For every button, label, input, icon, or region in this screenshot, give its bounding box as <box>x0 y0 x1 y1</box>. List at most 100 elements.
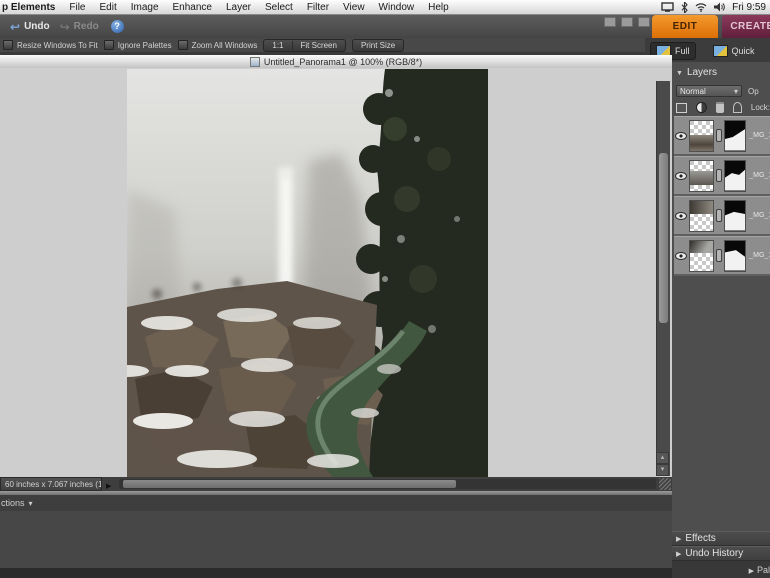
collapse-triangle-icon[interactable] <box>676 67 683 78</box>
layer-mask-thumbnail[interactable] <box>723 119 747 152</box>
menu-image[interactable]: Image <box>124 2 166 13</box>
blend-mode-select[interactable]: Normal <box>676 85 742 97</box>
resize-windows-option[interactable]: Resize Windows To Fit <box>3 40 98 50</box>
blend-mode-value: Normal <box>680 86 706 96</box>
app-menu[interactable]: p Elements <box>0 2 62 13</box>
menu-enhance[interactable]: Enhance <box>166 2 219 13</box>
ignore-palettes-checkbox[interactable] <box>103 40 114 50</box>
tab-create[interactable]: CREATE <box>722 15 770 38</box>
document-icon <box>249 56 260 67</box>
vertical-scrollbar[interactable] <box>656 81 670 476</box>
chevron-down-icon[interactable] <box>29 498 33 508</box>
volume-icon[interactable] <box>714 2 725 12</box>
layer-row[interactable]: _MG_123 <box>674 236 770 276</box>
palette-bin-toggle[interactable]: Pal <box>672 561 770 578</box>
expand-triangle-icon[interactable] <box>676 548 681 559</box>
adjustment-layer-icon[interactable] <box>696 102 707 113</box>
layer-visibility-toggle[interactable] <box>674 171 687 180</box>
layer-name[interactable]: _MG_123 <box>749 252 770 259</box>
undo-icon <box>10 20 20 34</box>
horizontal-scrollbar-thumb[interactable] <box>123 480 457 488</box>
layer-visibility-toggle[interactable] <box>674 131 687 140</box>
layer-visibility-toggle[interactable] <box>674 251 687 260</box>
undo-history-panel-title: Undo History <box>685 548 744 559</box>
ignore-palettes-label: Ignore Palettes <box>117 40 172 50</box>
tab-create-label: CREATE <box>730 21 770 32</box>
tab-edit[interactable]: EDIT <box>652 15 718 38</box>
document-title: Untitled_Panorama1 @ 100% (RGB/8*) <box>263 56 423 67</box>
link-icon <box>715 209 722 222</box>
layer-name[interactable]: _MG_121 <box>749 212 770 219</box>
vertical-scrollbar-thumb[interactable] <box>659 153 668 323</box>
new-layer-icon[interactable] <box>676 102 688 113</box>
help-button[interactable]: ? <box>110 20 124 33</box>
menu-help[interactable]: Help <box>421 2 456 13</box>
undo-history-panel-header[interactable]: Undo History <box>672 546 770 561</box>
expand-triangle-icon[interactable] <box>676 533 681 544</box>
expand-triangle-icon <box>749 565 754 575</box>
menu-layer[interactable]: Layer <box>219 2 258 13</box>
photo-bin <box>0 511 672 568</box>
scroll-up-arrow[interactable] <box>656 452 669 464</box>
layers-panel-header[interactable]: Layers <box>676 66 770 79</box>
quick-fix-button[interactable]: Quick <box>708 43 760 59</box>
scroll-down-arrow[interactable] <box>656 464 669 476</box>
resize-windows-checkbox[interactable] <box>3 40 13 50</box>
redo-button[interactable]: Redo <box>60 20 99 34</box>
full-edit-label: Full <box>675 45 690 56</box>
display-icon[interactable] <box>661 2 674 12</box>
layer-mask-thumbnail[interactable] <box>723 239 747 272</box>
document-title-bar[interactable]: Untitled_Panorama1 @ 100% (RGB/8*) <box>0 55 672 69</box>
document-canvas[interactable] <box>0 68 672 477</box>
tab-edit-label: EDIT <box>672 21 698 32</box>
menu-clock[interactable]: Fri 9:59 <box>732 2 766 13</box>
print-size-button[interactable]: Print Size <box>353 41 403 50</box>
menu-bar-status-area: Fri 9:59 <box>661 0 766 14</box>
link-icon <box>715 169 722 182</box>
layer-mask-thumbnail[interactable] <box>723 199 747 232</box>
layer-name[interactable]: _MG_122 <box>749 132 770 139</box>
actual-pixels-button[interactable]: 1:1 <box>264 41 291 50</box>
zoom-all-windows-checkbox[interactable] <box>177 40 188 50</box>
layer-name[interactable]: _MG_124 <box>749 172 770 179</box>
layer-mask-thumbnail[interactable] <box>723 159 747 192</box>
photoshop-elements-app: p Elements File Edit Image Enhance Layer… <box>0 0 770 578</box>
bluetooth-icon[interactable] <box>681 1 688 13</box>
tile-icon[interactable] <box>638 17 650 27</box>
cascade-icon[interactable] <box>621 17 633 27</box>
menu-view[interactable]: View <box>336 2 372 13</box>
menu-file[interactable]: File <box>62 2 92 13</box>
wifi-icon[interactable] <box>695 2 707 12</box>
arrange-icon[interactable] <box>604 17 616 27</box>
document-dimensions: 60 inches x 7.067 inches (150 ppi) <box>0 477 102 491</box>
horizontal-scrollbar[interactable] <box>119 479 656 489</box>
undo-button[interactable]: Undo <box>10 20 50 34</box>
layer-thumbnail[interactable] <box>689 159 714 192</box>
menu-filter[interactable]: Filter <box>300 2 336 13</box>
link-layers-icon[interactable] <box>733 102 742 113</box>
effects-panel-header[interactable]: Effects <box>672 531 770 546</box>
menu-select[interactable]: Select <box>258 2 300 13</box>
layer-thumbnail[interactable] <box>689 119 714 152</box>
menu-window[interactable]: Window <box>372 2 422 13</box>
layer-row[interactable]: _MG_124 <box>674 156 770 196</box>
fit-screen-button[interactable]: Fit Screen <box>291 40 345 50</box>
layer-thumbnail[interactable] <box>689 239 714 272</box>
layer-row[interactable]: _MG_122 <box>674 116 770 156</box>
document-window: Untitled_Panorama1 @ 100% (RGB/8*) ▴ ▾ 6… <box>0 55 672 491</box>
zoom-all-windows-option[interactable]: Zoom All Windows <box>177 40 257 50</box>
layer-thumbnail-image <box>690 170 713 185</box>
layer-visibility-toggle[interactable] <box>674 211 687 220</box>
redo-icon <box>60 20 70 34</box>
delete-layer-icon[interactable] <box>715 102 725 113</box>
layer-thumbnail[interactable] <box>689 199 714 232</box>
photo-bin-header-label[interactable]: ctions <box>1 498 25 508</box>
eye-icon <box>674 171 687 180</box>
window-resize-grip[interactable] <box>659 478 671 490</box>
menu-edit[interactable]: Edit <box>92 2 123 13</box>
blend-mode-row: Normal Op <box>676 84 770 98</box>
photo-untitled-panorama[interactable] <box>127 69 488 477</box>
dimensions-text: 60 inches x 7.067 inches (150 ppi) <box>5 479 102 489</box>
layer-row[interactable]: _MG_121 <box>674 196 770 236</box>
ignore-palettes-option[interactable]: Ignore Palettes <box>103 40 172 50</box>
